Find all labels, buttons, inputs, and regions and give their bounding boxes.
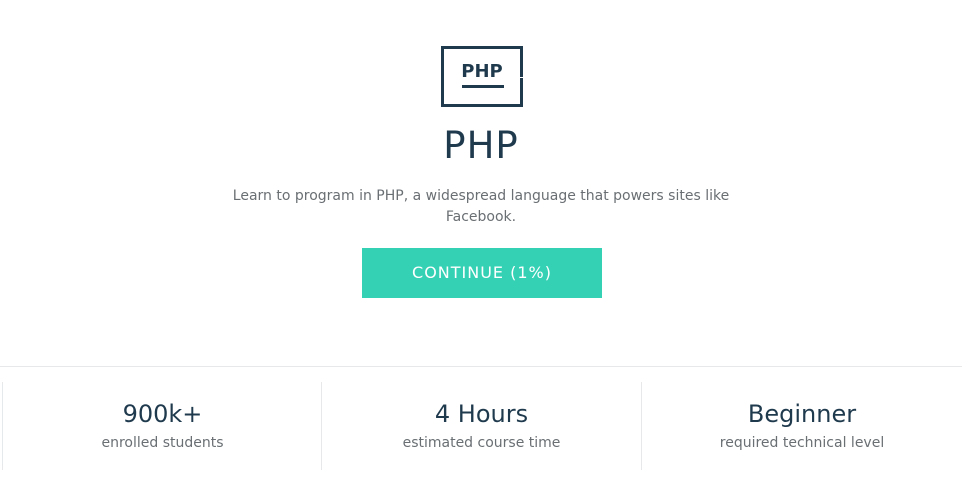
course-stats: 900k+ enrolled students 4 Hours estimate… — [0, 382, 962, 470]
section-divider — [0, 366, 962, 367]
php-logo-icon: PHP — [441, 46, 523, 107]
logo-text: PHP — [461, 61, 503, 82]
stat-enrolled: 900k+ enrolled students — [2, 382, 322, 470]
course-title: PHP — [443, 124, 519, 167]
stat-value: 900k+ — [122, 400, 203, 428]
stat-value: 4 Hours — [434, 400, 529, 428]
course-hero: PHP PHP Learn to program in PHP, a wides… — [0, 0, 962, 366]
stat-label: estimated course time — [402, 435, 561, 451]
course-page: PHP PHP Learn to program in PHP, a wides… — [0, 0, 962, 477]
stat-label: enrolled students — [101, 435, 224, 451]
stat-duration: 4 Hours estimated course time — [321, 382, 641, 470]
stat-value: Beginner — [747, 400, 857, 428]
course-description: Learn to program in PHP, a widespread la… — [232, 188, 730, 225]
stat-level: Beginner required technical level — [641, 382, 962, 470]
stat-label: required technical level — [719, 435, 885, 451]
logo-underline — [462, 85, 504, 88]
continue-button[interactable]: CONTINUE (1%) — [362, 248, 602, 298]
logo-frame-corner — [520, 78, 523, 107]
